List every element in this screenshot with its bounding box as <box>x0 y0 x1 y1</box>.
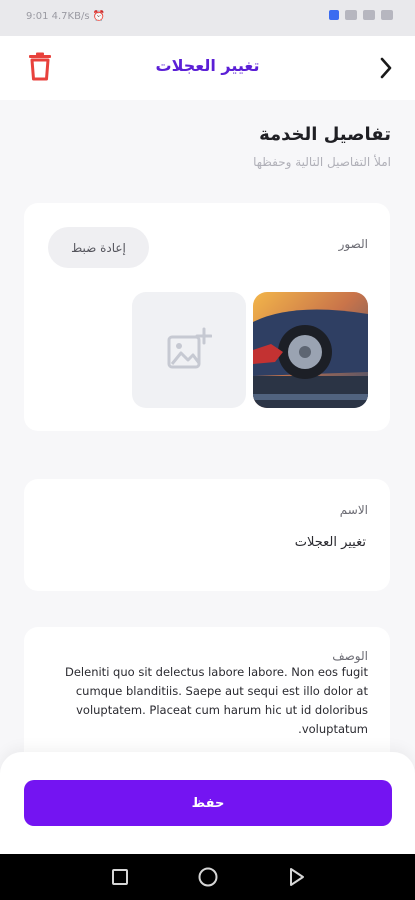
description-label: الوصف <box>332 649 368 663</box>
status-icons <box>329 10 393 20</box>
app-header: تغيير العجلات <box>0 36 415 100</box>
triangle-back-icon <box>290 868 304 886</box>
name-label: الاسم <box>339 503 368 517</box>
circle-icon <box>198 867 218 887</box>
name-card: الاسم تغيير العجلات <box>24 479 390 591</box>
photos-card: الصور إعادة ضبط <box>24 203 390 431</box>
add-photo-button[interactable] <box>132 292 246 408</box>
battery-icon <box>381 10 393 20</box>
system-nav-bar <box>0 854 415 900</box>
photos-label: الصور <box>338 237 368 251</box>
name-input[interactable]: تغيير العجلات <box>295 535 366 550</box>
notification-icon <box>329 10 339 20</box>
reset-button[interactable]: إعادة ضبط <box>48 227 149 268</box>
add-photo-icon <box>167 327 212 369</box>
wifi-icon <box>345 10 357 20</box>
chevron-right-icon <box>380 57 392 79</box>
page-title: تغيير العجلات <box>155 56 260 75</box>
status-bar: 9:01 4.7KB/s ⏰ <box>0 0 415 36</box>
signal-icon <box>363 10 375 20</box>
status-time: 9:01 4.7KB/s ⏰ <box>26 11 106 22</box>
bottom-action-bar: حفظ <box>0 752 415 854</box>
tire-change-image <box>253 292 368 408</box>
home-button[interactable] <box>196 865 220 889</box>
recent-apps-button[interactable] <box>108 865 132 889</box>
save-button[interactable]: حفظ <box>24 780 392 826</box>
service-photo[interactable] <box>253 292 368 408</box>
square-icon <box>112 869 128 885</box>
back-button[interactable] <box>371 53 401 83</box>
section-subtitle: املأ التفاصيل التالية وحفظها <box>253 155 391 169</box>
description-input[interactable]: Deleniti quo sit delectus labore labore.… <box>64 663 368 739</box>
section-title: تفاصيل الخدمة <box>259 124 391 145</box>
back-nav-button[interactable] <box>284 865 308 889</box>
